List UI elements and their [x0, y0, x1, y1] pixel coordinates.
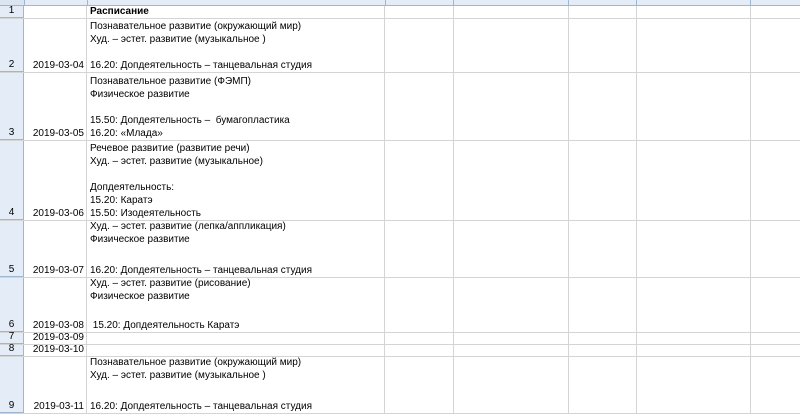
sheet-row: 3 2019-03-05 Познавательное развитие (ФЭ… [0, 73, 800, 141]
date-cell[interactable]: 2019-03-08 [24, 278, 87, 332]
schedule-cell[interactable]: Худ. – эстет. развитие (рисование) Физич… [87, 278, 385, 332]
sheet-row: 7 2019-03-09 [0, 331, 800, 345]
column-header-c[interactable] [385, 0, 454, 5]
schedule-cell[interactable]: Познавательное развитие (окружающий мир)… [87, 357, 385, 413]
column-header-e[interactable] [568, 0, 637, 5]
row-header[interactable]: 9 [0, 357, 24, 413]
row-header[interactable]: 3 [0, 73, 24, 140]
schedule-cell[interactable]: Познавательное развитие (ФЭМП) Физическо… [87, 73, 385, 140]
cell-a1[interactable] [24, 6, 87, 18]
schedule-cell[interactable] [87, 345, 385, 356]
row-header[interactable]: 4 [0, 141, 24, 220]
schedule-cell[interactable]: Речевое развитие (развитие речи) Худ. – … [87, 141, 385, 220]
row-header[interactable]: 5 [0, 221, 24, 277]
schedule-cell[interactable]: Худ. – эстет. развитие (лепка/аппликация… [87, 221, 385, 277]
date-cell[interactable]: 2019-03-04 [24, 19, 87, 72]
date-cell[interactable]: 2019-03-05 [24, 73, 87, 140]
column-header-f[interactable] [636, 0, 751, 5]
schedule-cell[interactable]: Познавательное развитие (окружающий мир)… [87, 19, 385, 72]
date-cell[interactable]: 2019-03-10 [24, 344, 87, 356]
schedule-cell[interactable] [87, 333, 385, 344]
column-header-g[interactable] [750, 0, 800, 5]
row-header[interactable]: 6 [0, 278, 24, 332]
date-cell[interactable]: 2019-03-09 [24, 332, 87, 344]
schedule-title: Расписание [90, 6, 149, 17]
cell-b1[interactable]: Расписание [87, 6, 385, 18]
date-cell[interactable]: 2019-03-11 [24, 357, 87, 413]
row-header[interactable]: 1 [0, 5, 24, 18]
column-header-d[interactable] [453, 0, 569, 5]
sheet-row: 4 2019-03-06 Речевое развитие (развитие … [0, 141, 800, 221]
sheet-row: 5 2019-03-07 Худ. – эстет. развитие (леп… [0, 221, 800, 278]
date-cell[interactable]: 2019-03-06 [24, 141, 87, 220]
date-cell[interactable]: 2019-03-07 [24, 221, 87, 277]
sheet-row: 2 2019-03-04 Познавательное развитие (ок… [0, 19, 800, 73]
column-header-a[interactable] [24, 0, 88, 5]
sheet-row: 9 2019-03-11 Познавательное развитие (ок… [0, 357, 800, 414]
row-header[interactable]: 2 [0, 19, 24, 72]
sheet-row: 6 2019-03-08 Худ. – эстет. развитие (рис… [0, 278, 800, 333]
row-header[interactable]: 8 [0, 343, 24, 356]
sheet-row: 1 Расписание [0, 5, 800, 19]
